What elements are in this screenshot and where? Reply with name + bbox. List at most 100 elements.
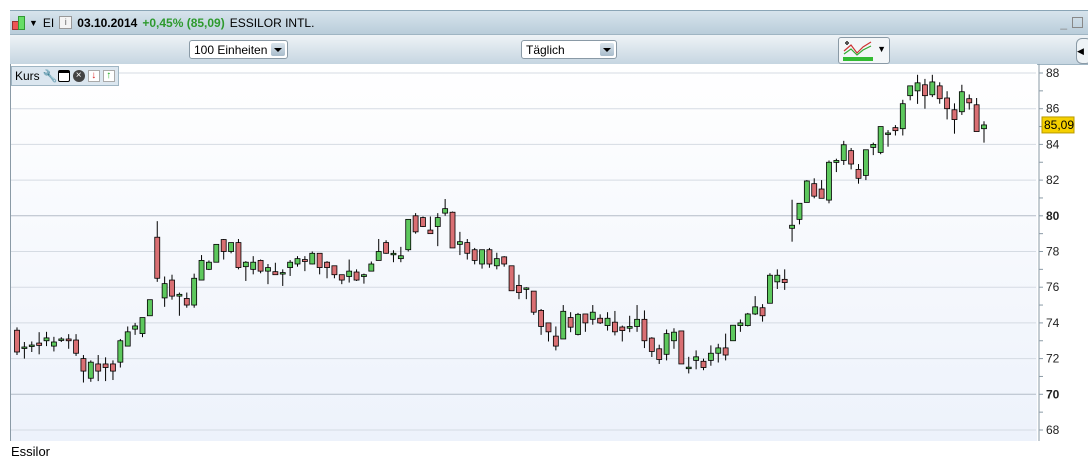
candle-up <box>744 313 751 326</box>
candle-down <box>678 330 685 365</box>
candle-up <box>981 124 987 130</box>
candle-down <box>700 360 707 368</box>
candle-up <box>663 333 670 355</box>
candle-up <box>368 263 375 272</box>
candle-up <box>146 299 153 317</box>
candle-up <box>21 346 28 349</box>
candle-down <box>597 317 604 324</box>
candle-up <box>774 274 781 283</box>
candle-up <box>575 313 581 335</box>
candle-down <box>301 259 308 262</box>
candle-down <box>14 329 20 353</box>
candle-up <box>752 306 759 315</box>
candle-up <box>242 261 249 268</box>
candle-up <box>730 324 736 342</box>
candle-down <box>722 347 729 356</box>
y-tick-label: 86 <box>1046 102 1060 116</box>
candle-down <box>427 229 434 235</box>
candle-up <box>390 252 397 256</box>
candle-down <box>449 211 456 249</box>
candle-up <box>626 326 633 329</box>
candle-down <box>612 321 618 333</box>
candle-down <box>582 313 589 324</box>
candle-up <box>346 270 353 277</box>
candle-up <box>604 317 611 326</box>
candle-down <box>781 278 788 283</box>
candle-down <box>516 285 522 293</box>
wrench-icon[interactable]: 🔧 <box>43 70 58 82</box>
candle-down <box>316 252 323 268</box>
candle-up <box>132 325 139 330</box>
candle-up <box>634 318 640 327</box>
candle-down <box>80 358 87 372</box>
candle-up <box>161 283 168 299</box>
candle-up <box>228 242 234 252</box>
candle-up <box>287 261 294 268</box>
close-icon[interactable]: × <box>72 70 85 82</box>
candle-down <box>324 261 330 268</box>
candle-down <box>656 348 663 360</box>
window-icon[interactable] <box>57 70 70 82</box>
y-tick-label: 84 <box>1046 137 1060 151</box>
candle-up <box>877 126 884 153</box>
candle-up <box>685 366 692 370</box>
candle-down <box>383 242 389 254</box>
candle-up <box>124 331 131 347</box>
candle-down <box>353 271 360 281</box>
candle-up <box>176 293 183 297</box>
candle-up <box>434 217 441 227</box>
last-price-label: 85,09 <box>1044 118 1074 132</box>
candle-up <box>589 311 596 320</box>
candle-up <box>737 322 744 326</box>
candle-down <box>412 215 419 233</box>
candle-down <box>759 307 766 317</box>
candle-down <box>183 298 190 306</box>
candle-down <box>973 104 980 132</box>
candle-down <box>169 279 175 297</box>
candle-up <box>361 274 367 277</box>
candle-down <box>36 342 43 346</box>
candle-down <box>892 127 899 132</box>
candle-down <box>538 310 544 327</box>
y-tick-label: 78 <box>1046 245 1060 259</box>
candle-down <box>848 150 855 165</box>
candle-up <box>929 81 936 96</box>
move-down-icon[interactable]: ↓ <box>87 70 100 82</box>
candle-up <box>309 252 316 265</box>
candle-down <box>331 265 338 276</box>
move-up-icon[interactable]: ↑ <box>102 70 115 82</box>
candle-down <box>95 363 102 372</box>
candle-up <box>693 356 700 361</box>
candle-up <box>707 352 714 361</box>
y-tick-label: 72 <box>1046 352 1060 366</box>
candle-down <box>486 249 493 265</box>
candle-up <box>51 341 57 347</box>
candle-up <box>789 224 795 229</box>
candle-up <box>826 161 832 201</box>
candle-up <box>862 149 869 176</box>
candle-up <box>479 249 485 265</box>
candle-up <box>493 258 500 267</box>
candle-up <box>560 310 567 340</box>
y-tick-label: 70 <box>1046 387 1060 401</box>
candle-up <box>885 132 891 135</box>
candle-down <box>154 236 161 279</box>
candle-down <box>501 256 508 265</box>
candlestick-chart: 68 70 72 74 76 78 80 82 84 86 88 85,09 <box>11 64 1075 441</box>
candle-down <box>220 239 227 252</box>
candle-down <box>966 98 973 104</box>
candle-down <box>922 84 928 97</box>
candle-down <box>811 183 818 197</box>
candle-up <box>43 337 50 342</box>
candle-down <box>257 260 264 272</box>
candle-up <box>523 287 530 290</box>
candle-up <box>206 261 212 270</box>
candle-up <box>899 103 906 130</box>
y-tick-label: 82 <box>1046 173 1060 187</box>
candle-down <box>235 242 242 268</box>
candle-up <box>442 208 449 214</box>
candle-up <box>58 338 65 341</box>
candle-up <box>958 91 965 113</box>
y-tick-label: 68 <box>1046 423 1060 437</box>
candle-down <box>641 318 648 342</box>
